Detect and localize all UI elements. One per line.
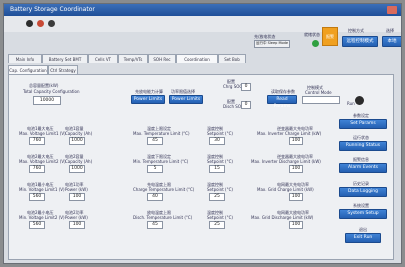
grid-input[interactable]: 100 <box>69 221 85 229</box>
grid-sub-label: Setpoint (°C) <box>207 187 233 192</box>
tab-battery-set[interactable]: Battery Set BMT <box>42 54 88 63</box>
title-bar: Battery Storage Coordinator <box>4 4 401 16</box>
grid-sub-label: Max. Inverter Discharge Limit (kW) <box>251 159 321 164</box>
toolbar <box>4 16 401 32</box>
grid-sub-label: Charge Temperature Limit (°C) <box>133 187 195 192</box>
grid-sub-label: Min. Voltage Limit1 (V) <box>19 187 65 192</box>
config-panel: 总容量配置(kW) Total Capacity Configuration 1… <box>8 74 394 260</box>
grid-input[interactable]: 25 <box>209 221 225 229</box>
local-button[interactable]: 本地 <box>382 36 401 47</box>
grid-sub-label: Max. Grid Discharge Limit (kW) <box>251 215 314 220</box>
grid-sub-label: Min. Voltage Limit2 (V) <box>19 215 65 220</box>
grid-input[interactable]: 25 <box>209 193 225 201</box>
grid-sub-label: Power (kW) <box>65 215 88 220</box>
grid-sub-label: Capacity (Ah) <box>65 131 93 136</box>
capacity-sub-label: Total Capacity Configuration <box>23 89 80 94</box>
grid-input[interactable]: 100 <box>69 193 85 201</box>
chrg-soc-input[interactable]: 0 <box>241 83 251 91</box>
grid-input[interactable]: 45 <box>147 137 163 145</box>
main-window: Battery Storage Coordinator 充/放电状态 运行中 S… <box>3 3 402 264</box>
read-params-button[interactable]: Read Params <box>267 95 297 109</box>
ready-led <box>312 40 319 47</box>
tab-coordination[interactable]: Coordination <box>176 54 218 63</box>
grid-sub-label: Setpoint (°C) <box>207 159 233 164</box>
grid-sub-label: Max. Voltage Limit1 (V) <box>19 131 66 136</box>
tab-set-bob[interactable]: Set Bob <box>218 54 246 63</box>
grid-input[interactable]: 5 <box>147 165 163 173</box>
charge-status-field: 运行中 Sleep Mode <box>254 40 290 48</box>
grid-sub-label: Max. Grid Charge Limit (kW) <box>257 187 314 192</box>
system-setup-button[interactable]: System Setup <box>339 209 387 219</box>
disch-soc-input[interactable]: 0 <box>241 101 251 109</box>
grid-input[interactable]: 45 <box>147 221 163 229</box>
tab-ctrl-strategy[interactable]: Ctrl Strategy <box>48 65 78 74</box>
grid-input[interactable]: 760 <box>29 165 45 173</box>
grid-input[interactable]: 40 <box>147 193 163 201</box>
grid-input[interactable]: 100 <box>289 193 303 201</box>
grid-sub-label: Disch. Temperature Limit (°C) <box>133 215 193 220</box>
grid-sub-label: Max. Temperature Limit (°C) <box>133 131 190 136</box>
grid-input[interactable]: 560 <box>29 193 45 201</box>
alarm-indicator: 报警 <box>322 27 338 46</box>
chrg-soc-sub-label: Chrg SOC <box>223 84 243 89</box>
pause-icon[interactable] <box>48 20 55 27</box>
grid-sub-label: Setpoint (°C) <box>207 131 233 136</box>
alarm-events-button[interactable]: Alarm Events <box>339 163 387 173</box>
running-status-button[interactable]: Running Status <box>339 141 387 151</box>
stop-icon[interactable] <box>37 20 44 27</box>
grid-input[interactable]: 1000 <box>69 137 85 145</box>
exit-button[interactable]: Exit Run <box>345 233 381 243</box>
data-logging-button[interactable]: Data Logging <box>339 187 387 197</box>
select-caption: 选择 <box>386 28 394 33</box>
run-icon[interactable] <box>26 20 33 27</box>
grid-sub-label: Min. Temperature Limit (°C) <box>133 159 189 164</box>
control-mode-input[interactable] <box>302 96 340 104</box>
tab-temp[interactable]: Temp/VTs <box>118 54 148 63</box>
close-icon[interactable] <box>387 6 397 14</box>
tab-cells[interactable]: Cells VT <box>88 54 118 63</box>
grid-input[interactable]: 560 <box>29 221 45 229</box>
ready-label: 就绪状态 <box>304 32 320 37</box>
set-params-button[interactable]: Set Params <box>339 119 387 129</box>
tab-cap-config[interactable]: Cap. Configuration <box>8 65 48 74</box>
grid-sub-label: Max. Inverter Charge Limit (kW) <box>257 131 322 136</box>
power-limit-button[interactable]: Power Limits <box>169 95 203 104</box>
grid-input[interactable]: 100 <box>289 221 303 229</box>
grid-sub-label: Power (kW) <box>65 187 88 192</box>
run-led-label: Run <box>347 101 355 106</box>
alarm-label: 报警 <box>326 34 334 39</box>
grid-input[interactable]: 1000 <box>69 165 85 173</box>
control-mode-sub-label: Control Mode <box>305 90 332 95</box>
run-led <box>355 96 364 105</box>
tab-main-info[interactable]: Main Info <box>8 54 42 63</box>
window-title: Battery Storage Coordinator <box>10 6 95 13</box>
tab-soh[interactable]: SOH Rec <box>148 54 176 63</box>
grid-sub-label: Max. Voltage Limit2 (V) <box>19 159 66 164</box>
grid-sub-label: Setpoint (°C) <box>207 215 233 220</box>
grid-input[interactable]: 15 <box>209 165 225 173</box>
grid-input[interactable]: 760 <box>29 137 45 145</box>
capacity-input[interactable]: 10000 <box>33 96 61 105</box>
grid-input[interactable]: 100 <box>289 165 303 173</box>
power-calc-button[interactable]: Power Limits <box>131 95 165 104</box>
grid-sub-label: Capacity (Ah) <box>65 159 93 164</box>
grid-input[interactable]: 100 <box>289 137 303 145</box>
control-mode-caption: 控制方式 <box>348 28 364 33</box>
grid-input[interactable]: 30 <box>209 137 225 145</box>
remote-control-button[interactable]: 远程控制模式 <box>342 36 378 47</box>
